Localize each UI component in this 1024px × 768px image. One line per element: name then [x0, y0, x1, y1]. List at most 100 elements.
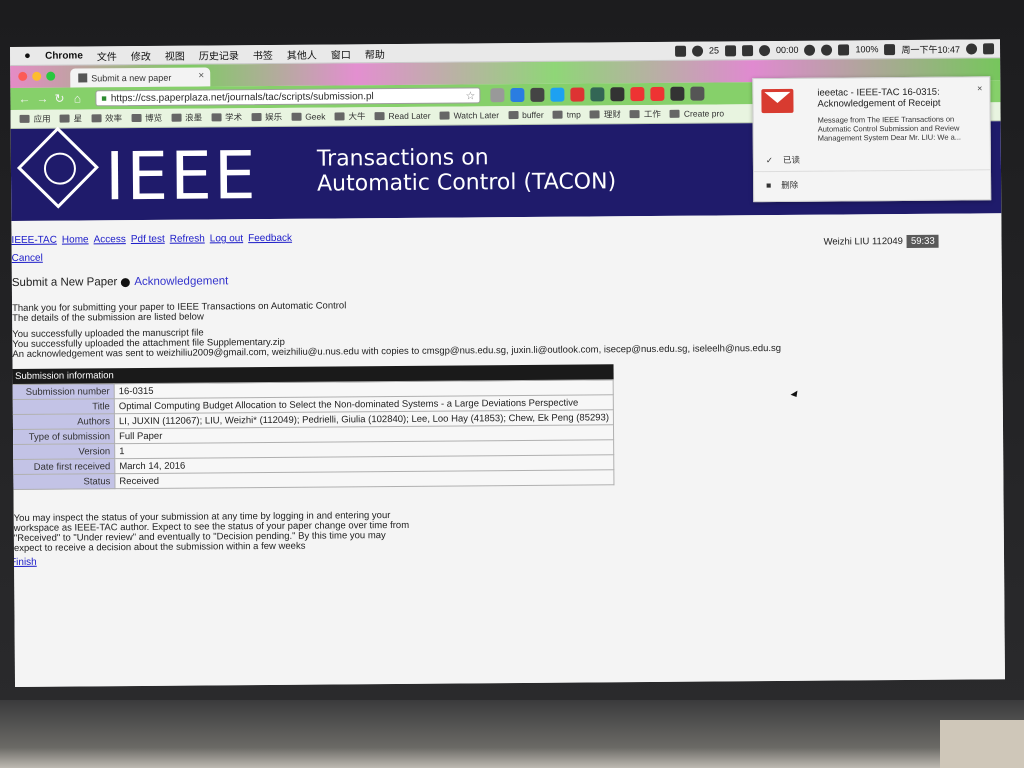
folder-icon — [589, 110, 600, 119]
folder-icon — [439, 111, 450, 120]
mouse-cursor-icon — [790, 390, 800, 400]
extension-icon[interactable] — [610, 87, 625, 102]
extension-icon[interactable] — [650, 86, 665, 101]
nav-feedback[interactable]: Feedback — [248, 233, 292, 244]
extension-icon[interactable] — [670, 86, 685, 101]
battery-icon[interactable] — [884, 43, 896, 55]
badge-icon[interactable] — [691, 45, 703, 57]
battery-text: 100% — [855, 44, 879, 55]
nav-access[interactable]: Access — [94, 234, 126, 245]
folder-icon — [629, 110, 640, 119]
screen: ● Chrome 文件 修改 视图 历史记录 书签 其他人 窗口 帮助 25 0… — [10, 39, 1005, 687]
bookmark-folder[interactable]: 工作 — [629, 108, 661, 120]
menu-help[interactable]: 帮助 — [365, 46, 385, 61]
apps-icon — [19, 114, 30, 123]
bookmark-icon[interactable] — [741, 44, 753, 56]
thank-you-text: Thank you for submitting your paper to I… — [12, 300, 347, 324]
bookmark-folder[interactable]: Watch Later — [439, 110, 499, 121]
nav-home[interactable]: Home — [62, 234, 89, 245]
close-notification-icon[interactable]: × — [977, 83, 982, 93]
menu-people[interactable]: 其他人 — [287, 46, 317, 61]
folder-icon — [171, 113, 182, 122]
tab-title: Submit a new paper — [91, 72, 172, 83]
extension-icon[interactable] — [690, 86, 705, 101]
zoom-window-icon[interactable] — [46, 71, 56, 81]
address-bar[interactable]: ■ https://css.paperplaza.net/journals/ta… — [95, 87, 481, 107]
notification-body: Message from The IEEE Transactions on Au… — [817, 114, 962, 143]
ieee-logo-circle — [43, 152, 77, 185]
star-icon[interactable]: ☆ — [465, 89, 475, 102]
bookmark-folder[interactable]: Read Later — [374, 111, 431, 121]
nav-logout[interactable]: Log out — [210, 233, 243, 244]
bookmark-folder[interactable]: 星 — [59, 112, 83, 124]
bookmark-folder[interactable]: 学术 — [211, 111, 242, 123]
menu-app[interactable]: Chrome — [45, 50, 83, 61]
nav-pdf-test[interactable]: Pdf test — [131, 234, 165, 245]
menu-edit[interactable]: 修改 — [131, 47, 151, 62]
finish-link[interactable]: Finish — [10, 557, 37, 568]
bookmark-folder[interactable]: 浪墨 — [171, 111, 202, 123]
menu-window[interactable]: 窗口 — [331, 46, 351, 61]
notification-center-icon[interactable] — [982, 42, 995, 54]
menu-view[interactable]: 视图 — [165, 47, 185, 62]
timer-text: 00:00 — [775, 44, 799, 55]
tab-submit-paper[interactable]: Submit a new paper × — [70, 67, 211, 88]
close-tab-icon[interactable]: × — [198, 70, 204, 81]
home-icon[interactable]: ⌂ — [72, 91, 82, 105]
extension-icon[interactable] — [630, 87, 645, 102]
nav-ieee-tac[interactable]: IEEE-TAC — [11, 235, 56, 246]
bookmark-folder[interactable]: tmp — [552, 110, 581, 120]
window-controls — [18, 71, 56, 81]
clock-text[interactable]: 周一下午10:47 — [901, 42, 960, 55]
folder-icon — [59, 114, 70, 123]
bookmark-folder[interactable]: 大牛 — [334, 110, 366, 122]
gmail-notification[interactable]: ieeetac - IEEE-TAC 16-0315: Acknowledgem… — [752, 76, 992, 203]
reload-icon[interactable]: ↻ — [54, 92, 64, 106]
bookmark-folder[interactable]: 理财 — [589, 108, 621, 120]
breadcrumb-step1: Submit a New Paper — [11, 276, 118, 289]
badge-count: 25 — [708, 45, 719, 56]
volume-icon[interactable] — [838, 43, 850, 55]
close-window-icon[interactable] — [18, 71, 28, 81]
extension-icon[interactable] — [570, 87, 585, 102]
extension-icon[interactable] — [490, 88, 505, 103]
breadcrumb-step2: Acknowledgement — [134, 275, 229, 289]
extension-icon[interactable] — [590, 87, 605, 102]
bookmark-folder[interactable]: Geek — [291, 112, 326, 122]
check-icon[interactable] — [758, 44, 770, 56]
menu-file[interactable]: 文件 — [97, 48, 117, 63]
mark-read-button[interactable]: ✓ 已读 — [766, 152, 978, 166]
folder-icon — [374, 112, 385, 121]
back-icon[interactable]: ← — [18, 92, 30, 106]
minimize-window-icon[interactable] — [32, 71, 42, 81]
menu-bookmarks[interactable]: 书签 — [253, 46, 273, 61]
bookmark-folder[interactable]: buffer — [508, 110, 544, 120]
submission-info-table: Submission information Submission number… — [11, 364, 615, 490]
extension-icons — [490, 86, 705, 103]
search-icon[interactable] — [965, 42, 978, 54]
bookmark-folder[interactable]: 博览 — [131, 112, 162, 124]
apple-icon[interactable]: ● — [24, 50, 38, 62]
cancel-link[interactable]: Cancel — [12, 253, 43, 264]
address-url: https://css.paperplaza.net/journals/tac/… — [110, 90, 374, 104]
extension-icon[interactable] — [550, 87, 565, 102]
bookmark-link[interactable]: Create pro — [669, 108, 724, 119]
menu-history[interactable]: 历史记录 — [199, 47, 239, 62]
wifi-icon[interactable] — [821, 44, 833, 56]
forward-icon[interactable]: → — [36, 92, 48, 106]
delete-button[interactable]: ■ 删除 — [766, 177, 978, 191]
favicon-icon — [78, 73, 88, 83]
app-status-icon[interactable] — [674, 45, 686, 57]
nav-refresh[interactable]: Refresh — [170, 233, 205, 244]
journal-title-line1: Transactions on — [316, 145, 489, 172]
bookmark-folder[interactable]: 娱乐 — [251, 111, 282, 123]
folder-icon — [291, 112, 302, 121]
dropbox-icon[interactable] — [724, 44, 736, 56]
bookmark-folder[interactable]: 效率 — [91, 112, 122, 124]
extension-icon[interactable] — [510, 87, 525, 103]
extension-icon[interactable] — [530, 87, 545, 102]
bookmark-apps[interactable]: 应用 — [19, 113, 51, 125]
lock-icon: ■ — [101, 93, 107, 104]
clock-icon[interactable] — [804, 44, 816, 56]
page-content: IEEE-TAC Home Access Pdf test Refresh Lo… — [10, 213, 1005, 687]
